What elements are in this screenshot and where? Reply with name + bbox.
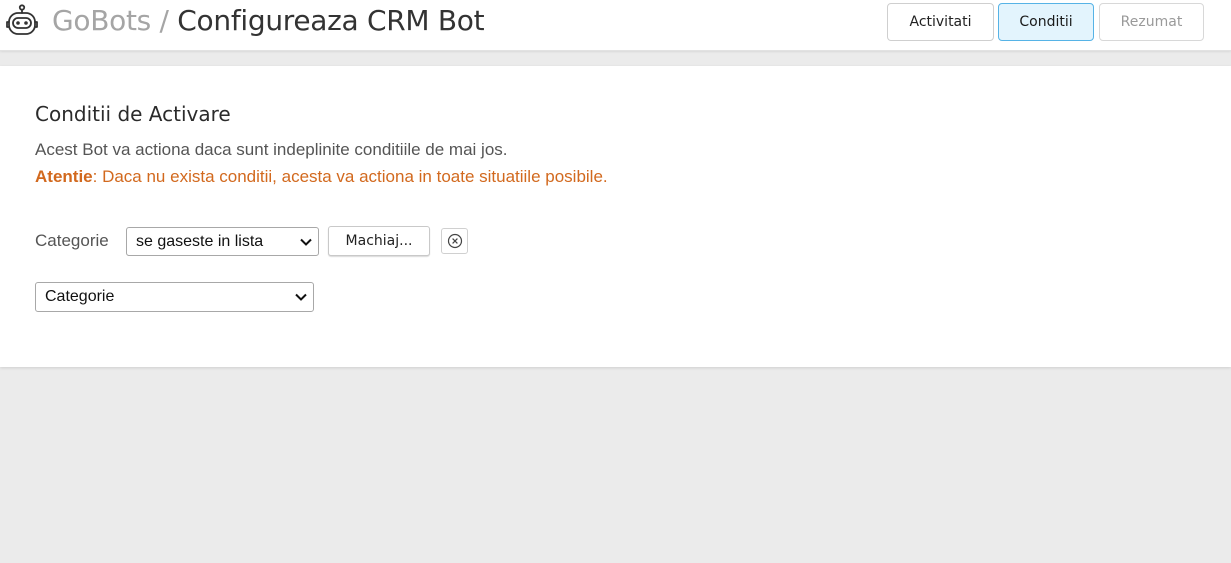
warning-message: Atentie: Daca nu exista conditii, acesta… — [35, 167, 608, 187]
brand-name[interactable]: GoBots — [52, 4, 151, 37]
breadcrumb-separator: / — [159, 4, 169, 37]
close-circle-icon — [447, 233, 462, 249]
chevron-down-icon — [295, 293, 307, 301]
tab-conditii[interactable]: Conditii — [998, 3, 1094, 41]
condition-value-button[interactable]: Machiaj... — [328, 226, 430, 256]
chevron-down-icon — [300, 238, 312, 246]
add-condition-select-value: Categorie — [45, 288, 115, 305]
breadcrumb-current: Configureaza CRM Bot — [177, 4, 485, 37]
tab-activitati[interactable]: Activitati — [887, 3, 994, 41]
section-description: Acest Bot va actiona daca sunt indeplini… — [35, 140, 508, 159]
tab-rezumat[interactable]: Rezumat — [1099, 3, 1204, 41]
condition-field-label: Categorie — [35, 231, 109, 250]
warning-prefix: Atentie — [35, 167, 93, 186]
top-bar: GoBots / Configureaza CRM Bot Activitati… — [0, 0, 1231, 51]
page-title: GoBots / Configureaza CRM Bot — [52, 2, 485, 40]
section-heading: Conditii de Activare — [35, 102, 231, 126]
warning-text: : Daca nu exista conditii, acesta va act… — [92, 167, 608, 186]
condition-operator-select[interactable]: se gaseste in lista — [126, 227, 319, 256]
conditions-card: Conditii de Activare Acest Bot va action… — [0, 66, 1231, 367]
robot-icon — [6, 4, 38, 35]
remove-condition-button[interactable] — [441, 228, 468, 254]
add-condition-select[interactable]: Categorie — [35, 282, 314, 312]
condition-operator-value: se gaseste in lista — [136, 232, 264, 250]
